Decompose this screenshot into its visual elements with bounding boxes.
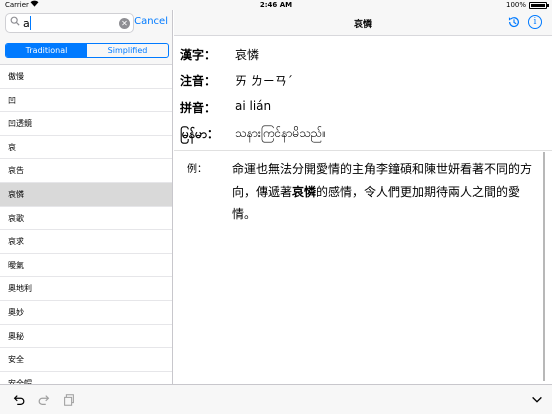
list-item[interactable]: 奧秘 [0,325,172,349]
hanzi-label: 漢字： [180,48,217,62]
status-bar: Carrier 2:46 AM 100% [0,0,552,10]
divider [174,150,552,151]
search-header: a ✕ Cancel Traditional Simplified [0,10,172,65]
list-item[interactable]: 奧地利 [0,277,172,301]
list-item[interactable]: 奧妙 [0,301,172,325]
list-item[interactable]: 傲慢 [0,65,172,89]
zhuyin-value: ㄞ ㄌㄧㄢˊ [235,74,293,88]
segment-simplified[interactable]: Simplified [87,44,168,57]
example-highlight: 哀憐 [292,184,317,199]
battery-percent: 100% [505,1,526,9]
clear-icon[interactable]: ✕ [119,18,130,29]
zhuyin-label: 注音： [180,74,217,88]
list-item[interactable]: 安全帽 [0,372,172,384]
cancel-button[interactable]: Cancel [134,16,168,27]
search-value: a [23,17,30,30]
word-list-pane: a ✕ Cancel Traditional Simplified 傲慢凹凹透鏡… [0,10,173,384]
history-icon[interactable] [507,15,521,29]
list-item[interactable]: 曖氣 [0,254,172,278]
segment-traditional[interactable]: Traditional [6,44,87,57]
list-item[interactable]: 安全 [0,348,172,372]
pinyin-value: ai lián [235,99,272,113]
text-caret [30,16,31,30]
entry-detail: 漢字： 哀憐 注音： ㄞ ㄌㄧㄢˊ 拼音： ai lián မြန်မာ： သန… [174,36,552,384]
redo-icon[interactable] [37,393,51,407]
word-list: 傲慢凹凹透鏡哀哀告 哀憐 哀歌 哀求 曖氣 奧地利 奧妙 奧秘 安全 安全帽 [0,65,172,384]
keyboard-toolbar [0,384,552,414]
list-item[interactable]: 凹透鏡 [0,112,172,136]
list-item[interactable]: 哀 [0,136,172,160]
list-item[interactable]: 凹 [0,89,172,113]
search-icon [10,16,20,26]
paste-icon[interactable] [62,393,76,407]
detail-nav-bar: 哀憐 i [174,10,552,36]
example-label: 例： [187,164,207,175]
detail-title: 哀憐 [353,20,372,30]
list-item[interactable]: 哀求 [0,230,172,254]
info-icon[interactable]: i [528,15,542,29]
status-time: 2:46 AM [259,1,293,9]
search-input[interactable]: a ✕ [5,13,134,33]
keyboard-dismiss-icon[interactable] [530,393,544,407]
battery-icon [529,2,549,9]
burmese-label: မြန်မာ： [180,127,219,141]
pinyin-label: 拼音： [180,101,217,115]
undo-icon[interactable] [12,393,26,407]
scrollbar[interactable] [543,152,545,381]
script-segmented-control: Traditional Simplified [5,43,169,58]
list-item[interactable]: 哀告 [0,159,172,183]
example-text: 命運也無法分開愛情的主角李鐘碩和陳世妍看著不同的方向，傳遞著哀憐的感情，令人們更… [232,158,532,226]
list-item[interactable]: 哀憐 [0,182,172,207]
list-item[interactable]: 哀歌 [0,207,172,231]
burmese-value: သနားကြင်နာမိသည်။ [235,126,327,140]
hanzi-value: 哀憐 [235,48,260,62]
